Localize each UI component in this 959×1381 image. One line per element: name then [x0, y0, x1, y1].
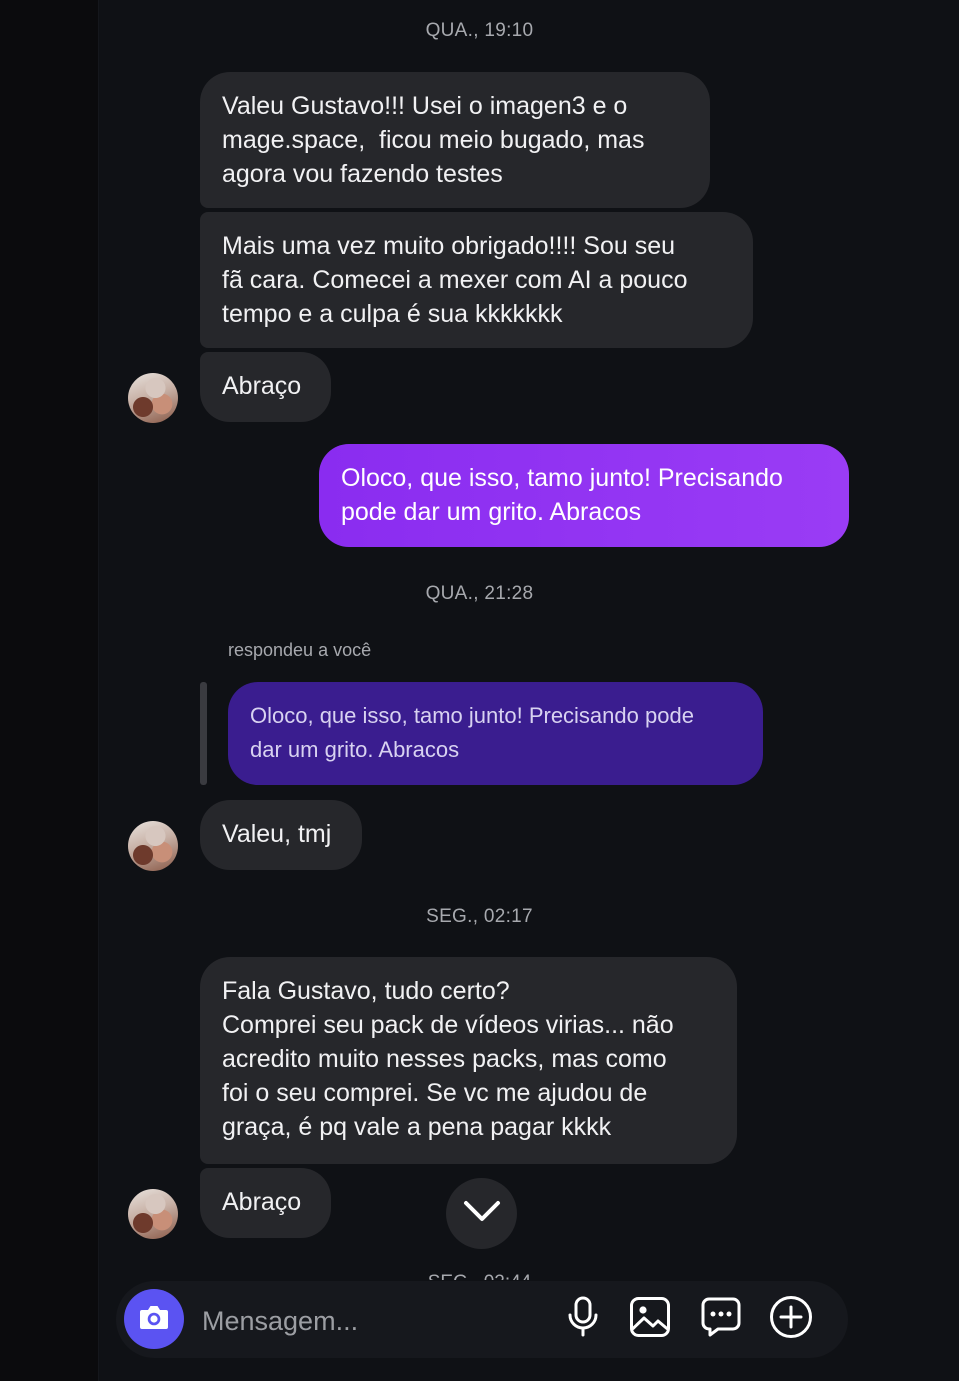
voice-message-button[interactable] — [561, 1296, 605, 1343]
quoted-message[interactable]: Oloco, que isso, tamo junto! Precisando … — [228, 682, 763, 785]
timestamp: QUA., 21:28 — [425, 583, 534, 604]
message-input[interactable] — [200, 1298, 544, 1344]
scroll-to-bottom-button[interactable] — [446, 1178, 517, 1249]
received-message[interactable]: Valeu, tmj — [200, 800, 362, 870]
sent-message[interactable]: Oloco, que isso, tamo junto! Precisando … — [319, 444, 849, 547]
camera-button[interactable] — [124, 1289, 184, 1349]
received-message[interactable]: Mais uma vez muito obrigado!!!! Sou seu … — [200, 212, 753, 348]
microphone-icon — [567, 1296, 599, 1343]
image-icon — [629, 1296, 671, 1343]
received-message[interactable]: Valeu Gustavo!!! Usei o imagen3 e o mage… — [200, 72, 710, 208]
camera-icon — [138, 1303, 170, 1336]
received-message[interactable]: Fala Gustavo, tudo certo? Comprei seu pa… — [200, 957, 737, 1164]
timestamp: SEG., 02:17 — [426, 906, 533, 927]
timestamp: QUA., 19:10 — [425, 20, 534, 41]
quote-bar — [200, 682, 207, 785]
received-message[interactable]: Abraço — [200, 352, 331, 422]
timestamp-partial: SEG., 02:44 — [0, 1268, 959, 1280]
contact-avatar[interactable] — [128, 373, 178, 423]
contact-avatar[interactable] — [128, 821, 178, 871]
reply-label: respondeu a você — [228, 640, 372, 660]
chevron-down-icon — [463, 1199, 501, 1228]
chat-bubble-icon — [700, 1296, 742, 1343]
more-options-button[interactable] — [769, 1295, 813, 1344]
sticker-button[interactable] — [699, 1297, 743, 1341]
gallery-button[interactable] — [628, 1296, 672, 1343]
received-message[interactable]: Abraço — [200, 1168, 331, 1238]
contact-avatar[interactable] — [128, 1189, 178, 1239]
plus-circle-icon — [769, 1295, 813, 1344]
